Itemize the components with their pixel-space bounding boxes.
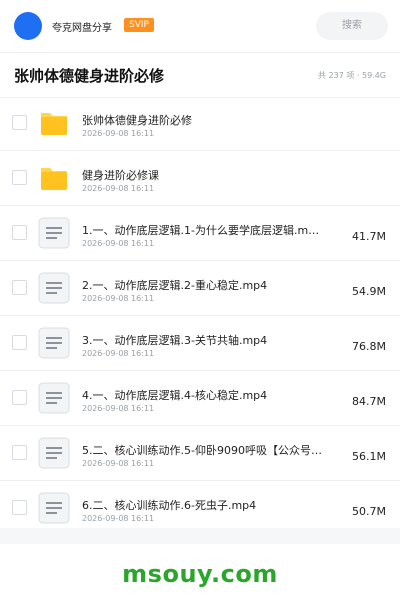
file-size: 84.7M xyxy=(352,395,386,408)
document-icon xyxy=(38,327,70,359)
svip-badge: SVIP xyxy=(124,18,154,32)
folder-icon xyxy=(38,107,70,139)
file-size: 56.1M xyxy=(352,450,386,463)
document-icon xyxy=(38,272,70,304)
file-size: 41.7M xyxy=(352,230,386,243)
file-size: 50.7M xyxy=(352,505,386,518)
file-row[interactable]: 2.一、动作底层逻辑.2-重心稳定.mp4 2026-09-08 16:11 54.… xyxy=(0,261,400,316)
file-date: 2026-09-08 16:11 xyxy=(82,514,155,523)
folder-icon xyxy=(38,162,70,194)
file-name[interactable]: 健身进阶必修课 xyxy=(82,167,159,183)
select-checkbox[interactable] xyxy=(12,445,27,460)
select-checkbox[interactable] xyxy=(12,115,27,130)
file-date: 2026-09-08 16:11 xyxy=(82,184,155,193)
document-icon xyxy=(38,382,70,414)
file-name[interactable]: 6.二、核心训练动作.6-死虫子.mp4 xyxy=(82,497,256,513)
search-button[interactable]: 搜索 xyxy=(316,12,388,40)
select-checkbox[interactable] xyxy=(12,335,27,350)
item-count-stats: 共 237 项 · 59.4G xyxy=(318,71,386,80)
file-row[interactable]: 健身进阶必修课 2026-09-08 16:11 xyxy=(0,151,400,206)
file-row[interactable]: 3.一、动作底层逻辑.3-关节共轴.mp4 2026-09-08 16:11 76.… xyxy=(0,316,400,371)
page-title: 张帅体德健身进阶必修 xyxy=(14,67,165,85)
select-checkbox[interactable] xyxy=(12,500,27,515)
file-size: 76.8M xyxy=(352,340,386,353)
document-icon xyxy=(38,492,70,524)
file-date: 2026-09-08 16:11 xyxy=(82,129,155,138)
file-size: 54.9M xyxy=(352,285,386,298)
select-checkbox[interactable] xyxy=(12,225,27,240)
file-name[interactable]: 张帅体德健身进阶必修 xyxy=(82,112,192,128)
document-icon xyxy=(38,437,70,469)
list-bottom-spacer xyxy=(0,528,400,544)
file-date: 2026-09-08 16:11 xyxy=(82,294,155,303)
file-row[interactable]: 5.二、核心训练动作.5-仰卧9090呼吸【公众号… 2026-09-08 16:… xyxy=(0,426,400,481)
file-name[interactable]: 3.一、动作底层逻辑.3-关节共轴.mp4 xyxy=(82,332,267,348)
file-row[interactable]: 4.一、动作底层逻辑.4-核心稳定.mp4 2026-09-08 16:11 84.… xyxy=(0,371,400,426)
avatar[interactable] xyxy=(14,12,42,40)
select-checkbox[interactable] xyxy=(12,280,27,295)
title-bar: 张帅体德健身进阶必修 共 237 项 · 59.4G xyxy=(0,53,400,98)
file-row[interactable]: 张帅体德健身进阶必修 2026-09-08 16:11 xyxy=(0,96,400,151)
file-date: 2026-09-08 16:11 xyxy=(82,239,155,248)
file-name[interactable]: 2.一、动作底层逻辑.2-重心稳定.mp4 xyxy=(82,277,267,293)
file-name[interactable]: 4.一、动作底层逻辑.4-核心稳定.mp4 xyxy=(82,387,267,403)
select-checkbox[interactable] xyxy=(12,170,27,185)
share-title: 夸克网盘分享 xyxy=(52,23,112,34)
file-row[interactable]: 1.一、动作底层逻辑.1-为什么要学底层逻辑.mp4 2026-09-08 16:… xyxy=(0,206,400,261)
file-name[interactable]: 5.二、核心训练动作.5-仰卧9090呼吸【公众号… xyxy=(82,442,322,458)
file-date: 2026-09-08 16:11 xyxy=(82,459,155,468)
file-date: 2026-09-08 16:11 xyxy=(82,404,155,413)
file-name[interactable]: 1.一、动作底层逻辑.1-为什么要学底层逻辑.mp4 xyxy=(82,222,322,238)
select-checkbox[interactable] xyxy=(12,390,27,405)
watermark-text: msouy.com xyxy=(122,560,278,588)
header-bar: 夸克网盘分享 SVIP 搜索 xyxy=(0,0,400,53)
file-date: 2026-09-08 16:11 xyxy=(82,349,155,358)
file-list: 张帅体德健身进阶必修 2026-09-08 16:11 健身进阶必修课 2026-09… xyxy=(0,96,400,536)
document-icon xyxy=(38,217,70,249)
